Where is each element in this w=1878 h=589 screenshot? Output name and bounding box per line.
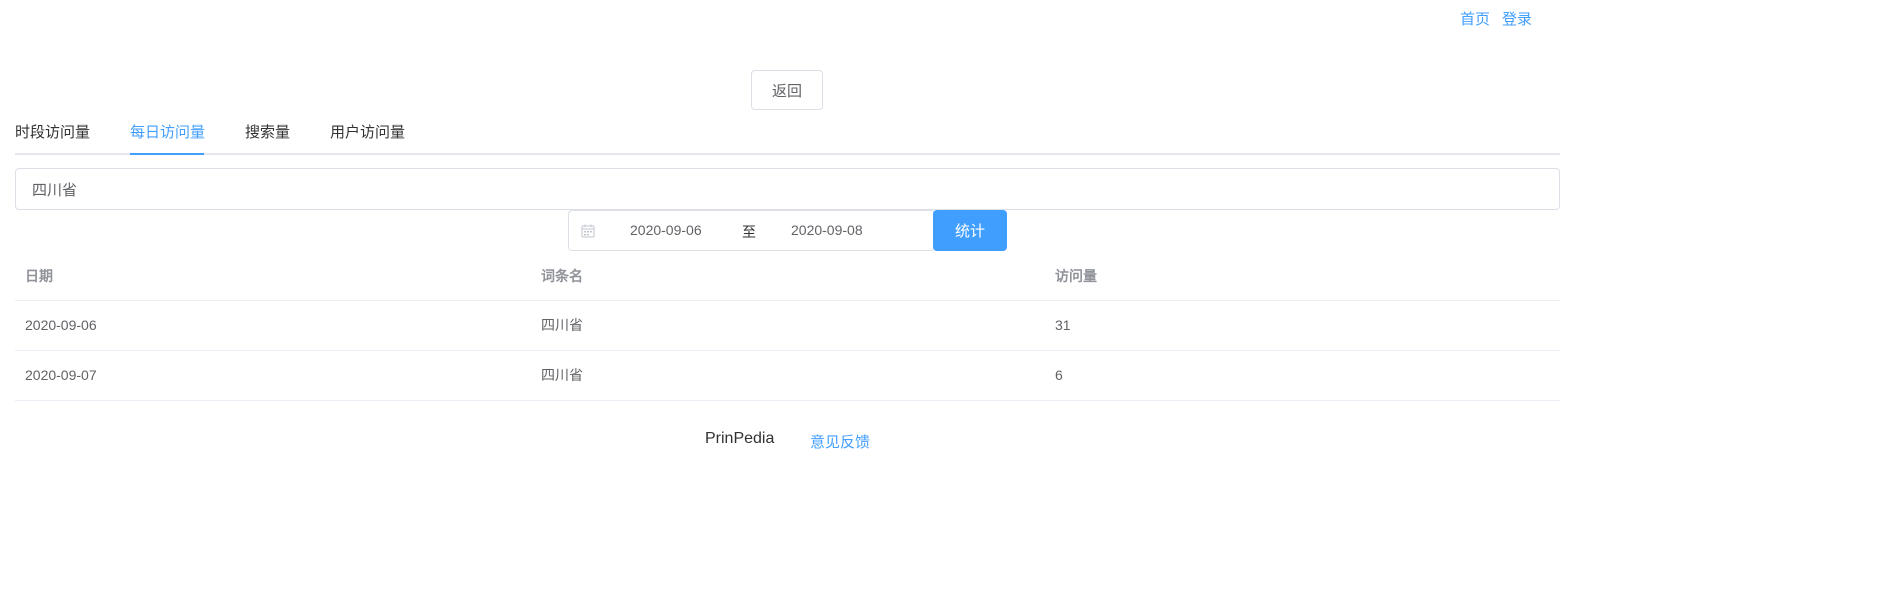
- header-entry-name: 词条名: [541, 268, 583, 284]
- table-row: 2020-09-07 四川省 6: [15, 351, 1560, 401]
- cell-visits: 6: [1055, 367, 1063, 383]
- back-button[interactable]: 返回: [751, 70, 823, 110]
- end-date-input[interactable]: 2020-09-08: [791, 222, 863, 238]
- cell-entry-name: 四川省: [541, 367, 583, 383]
- calendar-icon: [581, 224, 595, 238]
- header-date: 日期: [25, 268, 53, 284]
- entry-name-input[interactable]: [15, 168, 1560, 210]
- date-range-picker[interactable]: 2020-09-06 至 2020-09-08: [568, 210, 935, 251]
- table-header-row: 日期 词条名 访问量: [15, 252, 1560, 301]
- tab-bar: 时段访问量 每日访问量 搜索量 用户访问量: [15, 113, 1560, 155]
- tab-daily-visits[interactable]: 每日访问量: [130, 123, 205, 151]
- nav-login-link[interactable]: 登录: [1502, 8, 1532, 29]
- statistics-button[interactable]: 统计: [933, 210, 1007, 251]
- table-row: 2020-09-06 四川省 31: [15, 301, 1560, 351]
- tab-search-count[interactable]: 搜索量: [245, 123, 290, 151]
- footer-brand: PrinPedia: [705, 430, 775, 447]
- tab-hourly-visits[interactable]: 时段访问量: [15, 123, 90, 151]
- feedback-link[interactable]: 意见反馈: [810, 431, 870, 452]
- visits-table: 日期 词条名 访问量 2020-09-06 四川省 31 2020-09-07 …: [15, 252, 1560, 401]
- cell-date: 2020-09-07: [25, 367, 97, 383]
- active-tab-indicator: [130, 153, 204, 155]
- header-visits: 访问量: [1055, 268, 1097, 284]
- top-nav: 首页 登录: [1460, 8, 1532, 29]
- date-range-separator: 至: [742, 224, 756, 240]
- nav-home-link[interactable]: 首页: [1460, 8, 1490, 29]
- cell-entry-name: 四川省: [541, 317, 583, 333]
- cell-date: 2020-09-06: [25, 317, 97, 333]
- start-date-input[interactable]: 2020-09-06: [630, 222, 702, 238]
- cell-visits: 31: [1055, 317, 1071, 333]
- tab-user-visits[interactable]: 用户访问量: [330, 123, 405, 151]
